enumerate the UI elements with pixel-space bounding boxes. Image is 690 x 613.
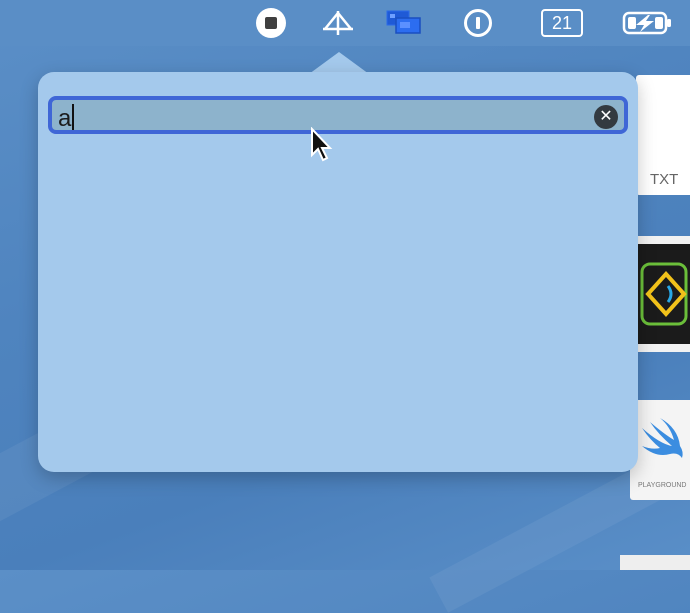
code-file-icon[interactable] (632, 236, 690, 352)
partial-file-icon[interactable] (620, 555, 690, 570)
record-stop-icon[interactable] (256, 8, 286, 38)
swift-playground-label: PLAYGROUND (638, 482, 687, 489)
clear-circle-icon[interactable]: ✕ (594, 105, 618, 129)
calendar-icon[interactable]: 21 (540, 8, 584, 38)
txt-file-icon[interactable]: TXT (636, 75, 690, 195)
popover-arrow (309, 52, 369, 74)
calendar-date: 21 (541, 9, 583, 37)
swift-playground-file-icon[interactable]: PLAYGROUND (630, 400, 690, 500)
mouse-pointer-icon (310, 126, 334, 168)
search-input[interactable]: a ✕ (48, 96, 628, 134)
one-password-icon[interactable] (462, 8, 494, 38)
screens-icon[interactable] (384, 8, 424, 38)
menu-bar: 21 (0, 0, 690, 46)
txt-file-label: TXT (650, 171, 679, 188)
antenna-icon[interactable] (320, 8, 356, 38)
battery-charging-icon[interactable] (622, 8, 674, 38)
text-caret (72, 104, 75, 130)
search-input-value: a (58, 105, 72, 132)
